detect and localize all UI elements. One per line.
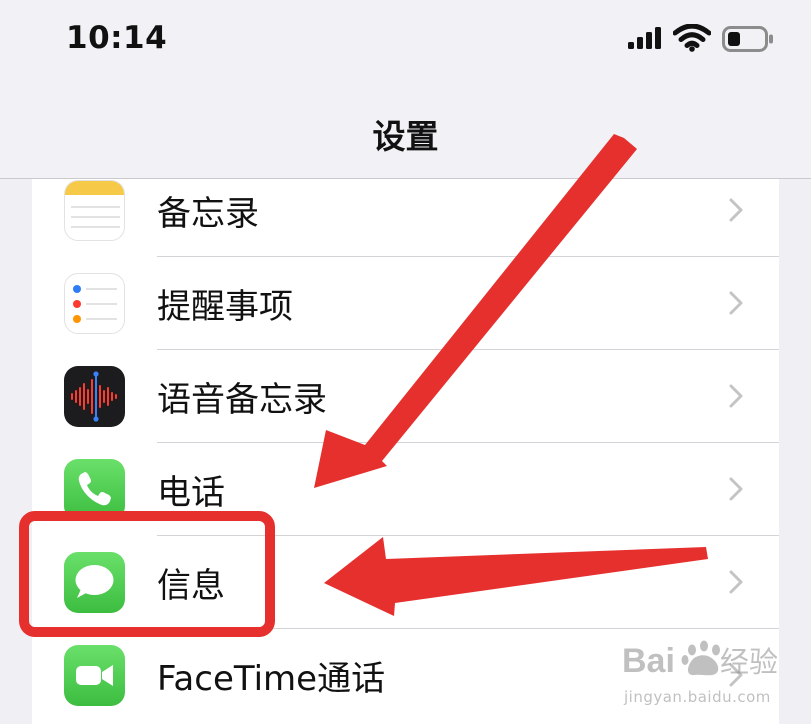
- horizontal-arrow-icon: [324, 537, 708, 616]
- baidu-logo-icon: Bai 经验: [622, 640, 778, 680]
- watermark-url: jingyan.baidu.com: [624, 688, 771, 706]
- annotation-arrows: [314, 134, 708, 616]
- diagonal-arrow-icon: [314, 134, 637, 488]
- svg-text:Bai: Bai: [622, 642, 675, 680]
- svg-text:经验: 经验: [720, 645, 778, 679]
- baidu-watermark: Bai 经验 jingyan.baidu.com: [616, 632, 796, 712]
